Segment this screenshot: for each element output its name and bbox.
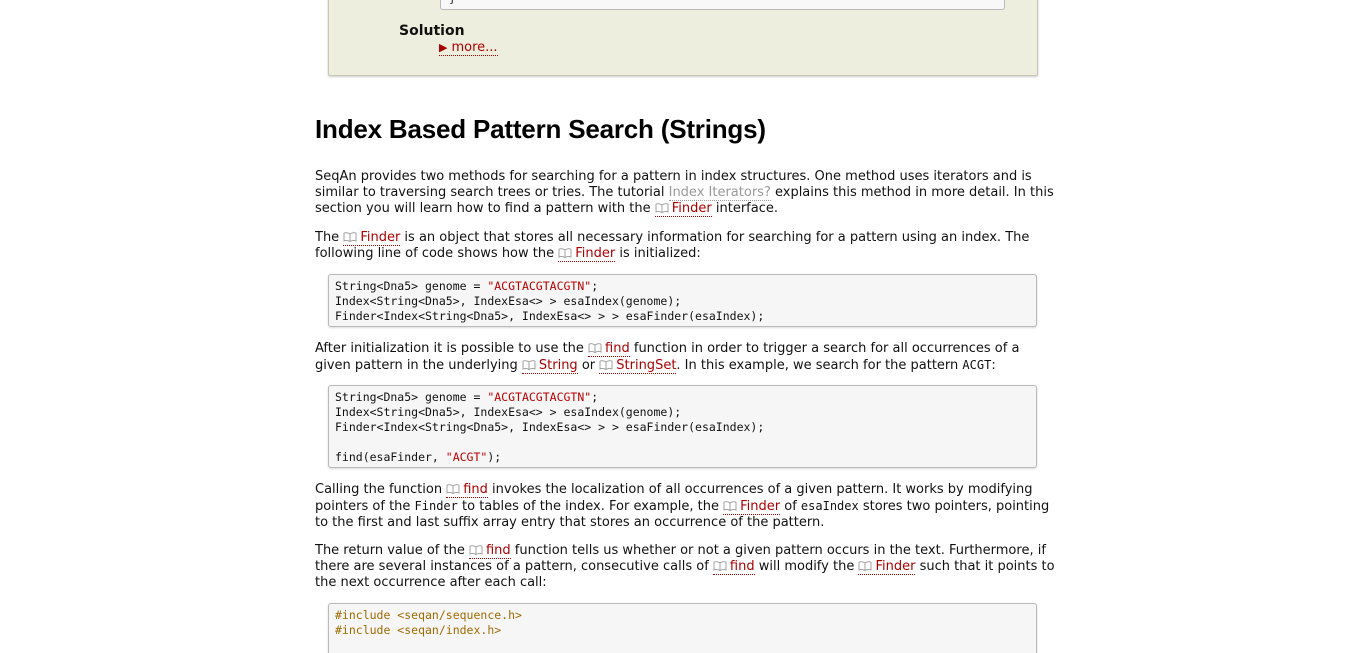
inline-code: ACGT xyxy=(962,358,992,372)
book-icon xyxy=(469,545,483,555)
finder-link-label: Finder xyxy=(740,499,781,514)
find-link[interactable]: find xyxy=(712,559,755,575)
text: The xyxy=(315,230,344,245)
text: After initialization it is possible to u… xyxy=(315,341,589,356)
index-iterators-link[interactable]: Index Iterators? xyxy=(668,185,771,201)
code-text: String<Dna5> genome = xyxy=(335,390,488,404)
code-line: Index<String<Dna5>, IndexEsa<> > esaInde… xyxy=(335,405,682,419)
text: or xyxy=(577,358,600,373)
finder-link[interactable]: Finder xyxy=(858,559,916,575)
book-icon xyxy=(858,561,872,571)
finder-link[interactable]: Finder xyxy=(654,201,712,217)
localization-paragraph: Calling the function find invokes the lo… xyxy=(315,482,1055,531)
text: of xyxy=(780,499,801,514)
text: Calling the function xyxy=(315,482,447,497)
text: The return value of the xyxy=(315,543,469,558)
stringset-link-label: StringSet xyxy=(616,358,677,373)
book-icon xyxy=(588,343,602,353)
string-literal: "ACGTACGTACGTN" xyxy=(487,279,592,293)
code-block-find-call: String<Dna5> genome = "ACGTACGTACGTN"; I… xyxy=(328,385,1037,468)
string-link-label: String xyxy=(538,358,578,373)
book-icon xyxy=(723,501,737,511)
finder-link-label: Finder xyxy=(671,201,712,216)
code-line: Index<String<Dna5>, IndexEsa<> > esaInde… xyxy=(335,294,682,308)
string-literal: "ACGT" xyxy=(445,450,488,464)
finder-paragraph: The Finder is an object that stores all … xyxy=(315,230,1055,262)
code-text: find(esaFinder, xyxy=(335,450,446,464)
code-line: String<Dna5> genome = "ACGTACGTACGTN"; xyxy=(335,390,598,404)
text: to tables of the index. For example, the xyxy=(457,499,724,514)
assignment-code-block: } xyxy=(440,0,1005,10)
book-icon xyxy=(713,561,727,571)
book-icon xyxy=(343,232,357,242)
find-link[interactable]: find xyxy=(468,543,511,559)
string-literal: "ACGTACGTACGTN" xyxy=(487,390,592,404)
code-line: find(esaFinder, "ACGT"); xyxy=(335,450,501,464)
text: interface. xyxy=(711,201,778,216)
find-link-label: find xyxy=(485,543,511,558)
find-link[interactable]: find xyxy=(446,482,488,498)
finder-link[interactable]: Finder xyxy=(343,230,401,246)
find-paragraph: After initialization it is possible to u… xyxy=(315,341,1055,374)
code-block-finder-init: String<Dna5> genome = "ACGTACGTACGTN"; I… xyxy=(328,274,1037,327)
code-line: Finder<Index<String<Dna5>, IndexEsa<> > … xyxy=(335,420,765,434)
book-icon xyxy=(655,203,669,213)
finder-link-label: Finder xyxy=(360,230,401,245)
code-line: #include <seqan/sequence.h> xyxy=(335,608,522,622)
stringset-link[interactable]: StringSet xyxy=(599,358,677,374)
solution-more-link[interactable]: ▶ more... xyxy=(439,40,498,56)
book-icon xyxy=(522,360,536,370)
finder-link[interactable]: Finder xyxy=(723,499,781,515)
code-text: ; xyxy=(591,279,599,293)
find-link-label: find xyxy=(463,482,488,497)
book-icon xyxy=(599,360,613,370)
string-link[interactable]: String xyxy=(521,358,578,374)
return-value-paragraph: The return value of the find function te… xyxy=(315,543,1055,591)
code-line: Finder<Index<String<Dna5>, IndexEsa<> > … xyxy=(335,309,765,323)
intro-paragraph: SeqAn provides two methods for searching… xyxy=(315,169,1055,217)
text: . In this example, we search for the pat… xyxy=(676,358,963,373)
finder-link-label: Finder xyxy=(575,246,616,261)
inline-code: esaIndex xyxy=(800,499,859,513)
code-block-includes: #include <seqan/sequence.h> #include <se… xyxy=(328,603,1037,653)
find-link-label: find xyxy=(729,559,755,574)
find-link-label: find xyxy=(605,341,630,356)
inline-code: Finder xyxy=(414,499,458,513)
triangle-right-icon: ▶ xyxy=(439,41,448,54)
find-link[interactable]: find xyxy=(588,341,630,357)
text: will modify the xyxy=(754,559,859,574)
code-text: ; xyxy=(591,390,599,404)
solution-label: Solution xyxy=(399,23,465,39)
code-line: } xyxy=(449,0,456,5)
section-title: Index Based Pattern Search (Strings) xyxy=(315,114,766,144)
code-line: #include <seqan/index.h> xyxy=(335,623,502,637)
more-link-label: more... xyxy=(451,40,498,55)
text: is initialized: xyxy=(615,246,701,261)
book-icon xyxy=(446,484,460,494)
finder-link-label: Finder xyxy=(875,559,916,574)
text: : xyxy=(991,358,996,373)
code-text: String<Dna5> genome = xyxy=(335,279,488,293)
book-icon xyxy=(558,248,572,258)
finder-link[interactable]: Finder xyxy=(558,246,616,262)
code-text: ); xyxy=(487,450,502,464)
assignment-box: } Solution ▶more... xyxy=(328,0,1038,76)
code-line: String<Dna5> genome = "ACGTACGTACGTN"; xyxy=(335,279,598,293)
